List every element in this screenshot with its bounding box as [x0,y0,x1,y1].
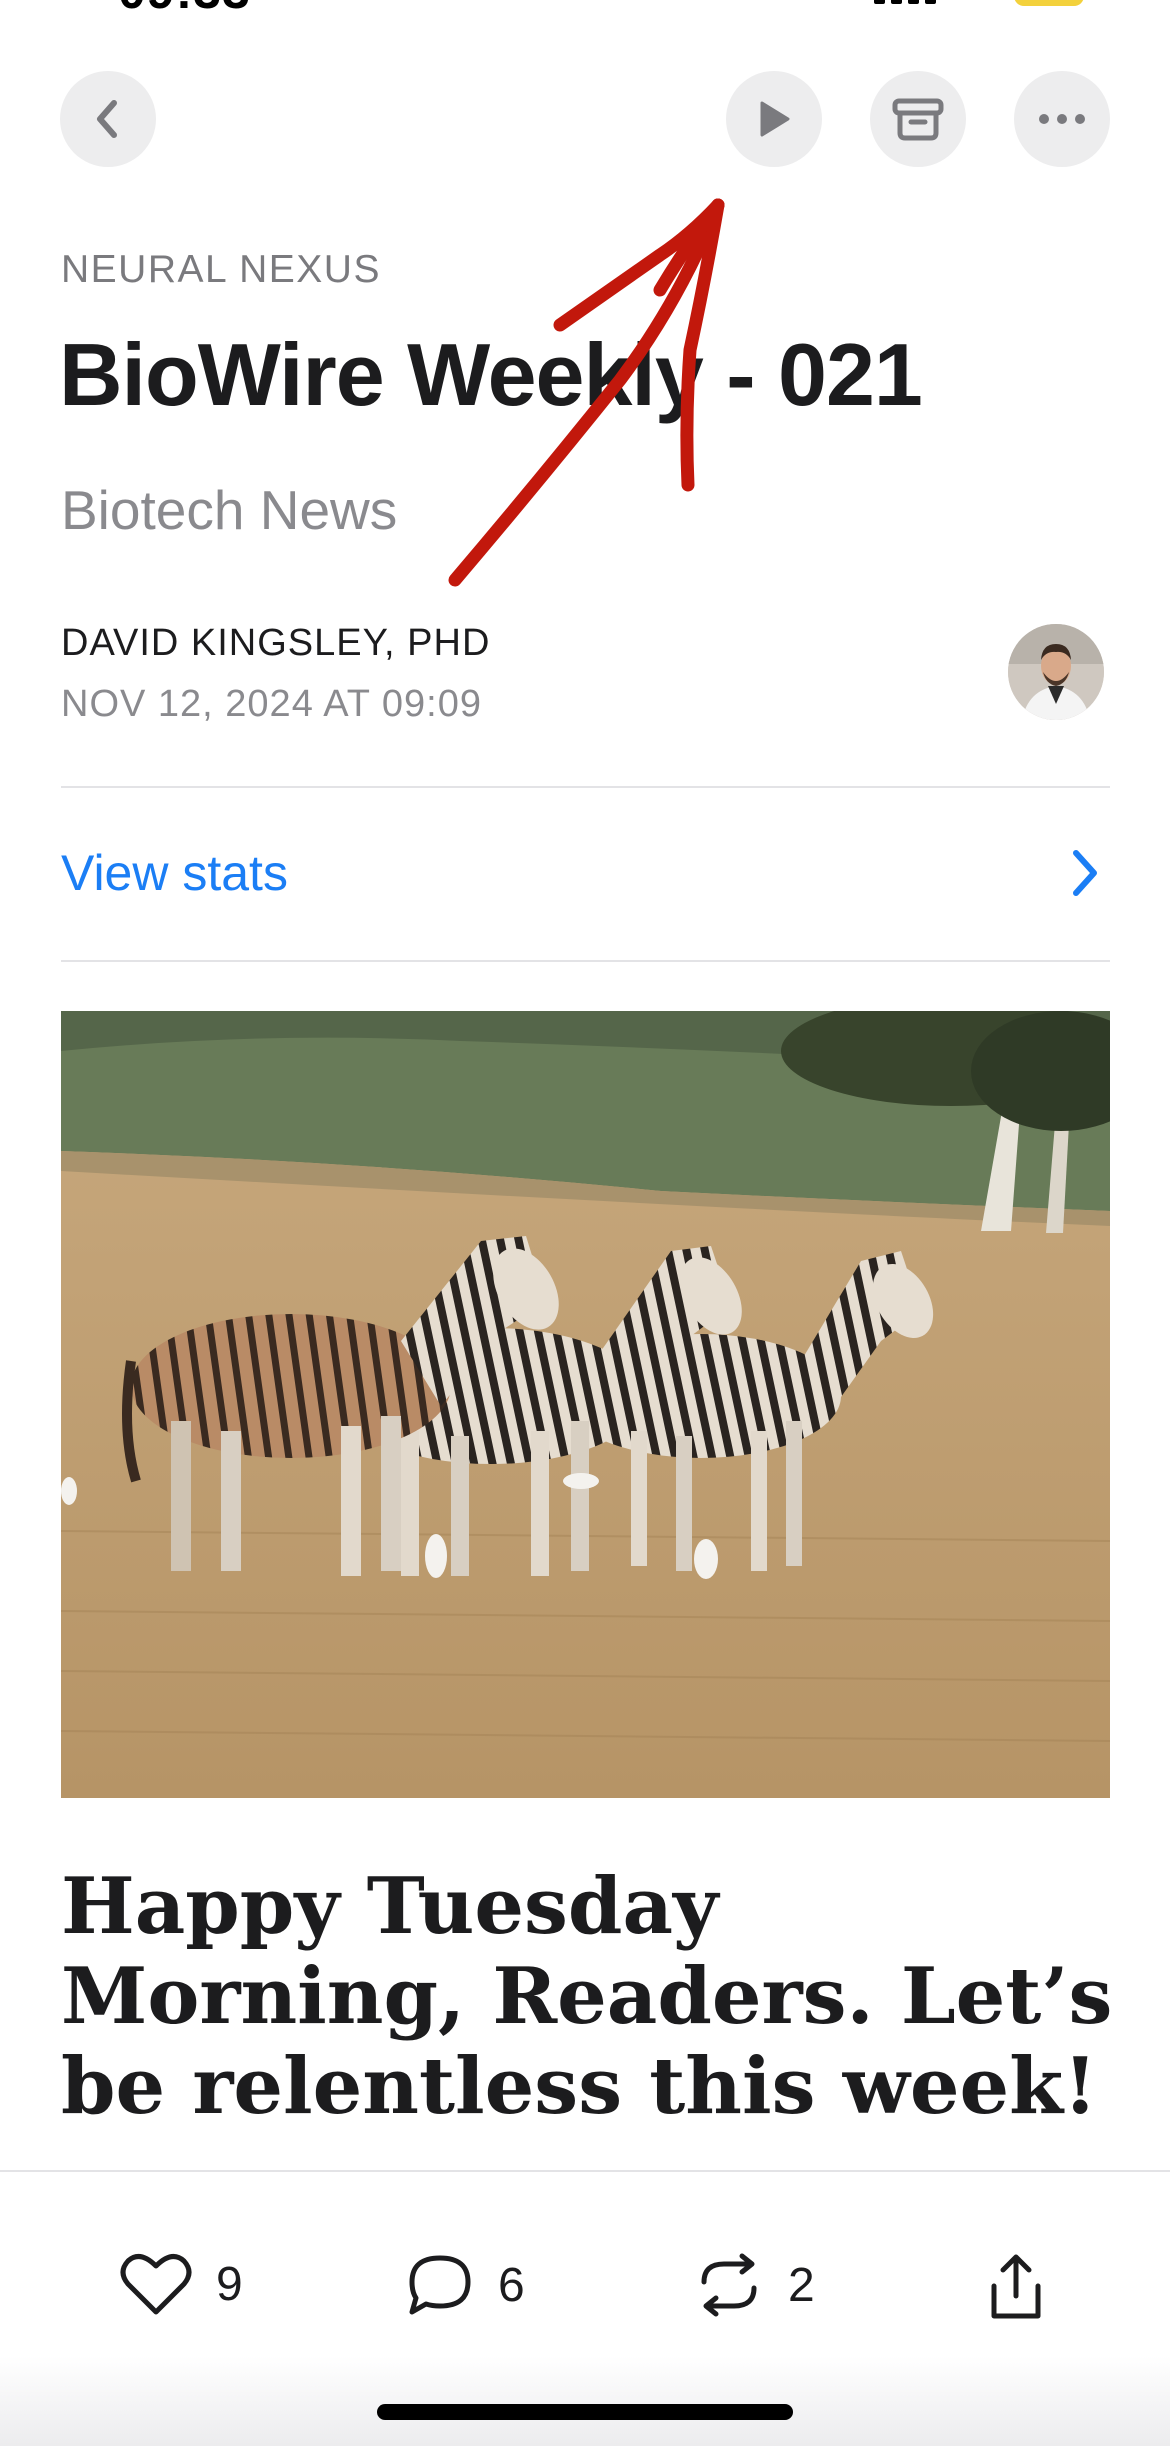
divider [61,960,1110,962]
ellipsis-icon [1039,114,1085,124]
restack-button[interactable]: 2 [694,2252,815,2318]
wifi-icon [958,0,992,2]
like-count: 9 [216,2257,243,2311]
like-button[interactable]: 9 [120,2252,243,2316]
chevron-left-icon [97,100,117,138]
comment-bubble-icon [409,2255,471,2315]
comment-button[interactable]: 6 [406,2252,525,2318]
bottom-action-bar: 9 6 2 [0,2170,1170,2446]
view-stats-link[interactable]: View stats [61,844,288,902]
post-headline: Happy Tuesday Morning, Readers. Let’s be… [61,1861,1113,2132]
home-indicator[interactable] [377,2404,793,2420]
bottom-fade [0,2356,1170,2446]
restack-count: 2 [788,2258,815,2312]
publication-name[interactable]: NEURAL NEXUS [61,248,381,292]
divider [61,786,1110,788]
post-subtitle: Biotech News [61,479,398,541]
heart-icon [120,2254,192,2315]
share-button[interactable] [986,2252,1046,2322]
restack-icon [701,2253,757,2317]
status-time: 09:33 [118,0,251,20]
archive-button[interactable] [870,71,966,167]
author-avatar[interactable] [1008,624,1104,720]
play-audio-button[interactable] [726,71,822,167]
view-stats-row[interactable]: View stats [61,800,1110,946]
share-icon [991,2254,1041,2319]
archive-icon [892,98,944,141]
hero-image-zebras[interactable] [61,1011,1110,1798]
battery-icon [1014,0,1084,6]
comment-count: 6 [498,2258,525,2312]
play-icon [760,101,790,137]
post-title: BioWire Weekly - 021 [59,325,923,424]
chevron-right-icon [1073,850,1097,896]
author-name[interactable]: DAVID KINGSLEY, PHD [61,622,490,665]
post-date: NOV 12, 2024 AT 09:09 [61,683,482,725]
back-button[interactable] [60,71,156,167]
status-indicators [874,0,1084,6]
more-options-button[interactable] [1014,71,1110,167]
signal-icon [874,0,936,4]
